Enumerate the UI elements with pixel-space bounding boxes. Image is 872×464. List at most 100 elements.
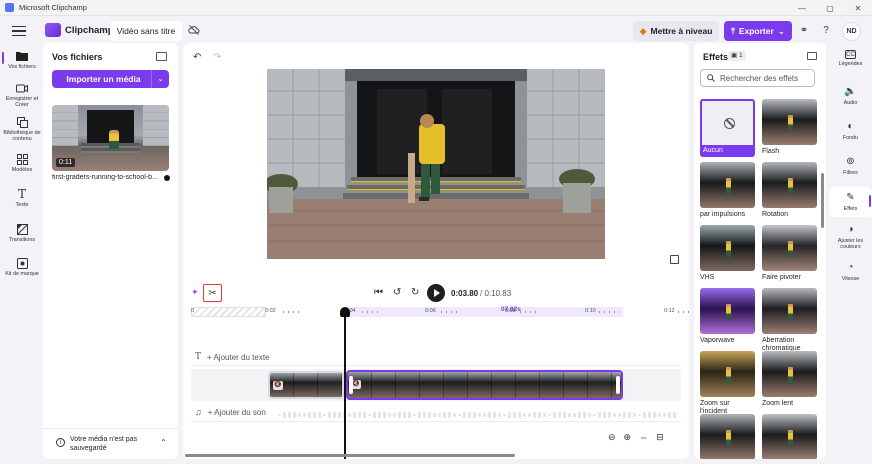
effect-tile[interactable]: Aberration chromatique: [762, 288, 817, 353]
effect-preview-subject: [788, 115, 793, 131]
ruler-minor-ticks: [362, 311, 378, 313]
sidebar-item-audio[interactable]: 🔈 Audio: [829, 86, 872, 107]
zoom-out-icon[interactable]: ⊖: [608, 432, 616, 444]
effects-search-input[interactable]: [720, 73, 810, 83]
add-audio-track[interactable]: ♫ + Ajouter du son: [195, 407, 266, 417]
redo-icon[interactable]: ↷: [213, 52, 221, 63]
fade-icon: ◐: [847, 121, 854, 132]
video-preview[interactable]: [267, 69, 605, 259]
effect-tile[interactable]: Zoom lent: [762, 351, 817, 408]
clip-trim-handle-left[interactable]: [349, 376, 353, 394]
effect-label: Rotation: [762, 211, 789, 218]
video-clip[interactable]: 🔇: [268, 371, 344, 399]
effect-tile[interactable]: Aucun: [700, 99, 755, 157]
effects-scrollbar[interactable]: [821, 173, 824, 228]
forward-5s-icon[interactable]: ↻: [411, 287, 419, 298]
diamond-icon: ◆: [639, 25, 647, 36]
app-header: Clipchamp Vidéo sans titre ◆ Mettre à ni…: [0, 16, 872, 46]
export-button[interactable]: ⤒ Exporter ⌄: [724, 21, 792, 41]
fit-to-width-icon[interactable]: ⇔: [639, 432, 648, 444]
cloud-off-icon[interactable]: [188, 24, 200, 36]
effect-label: VHS: [700, 274, 715, 281]
timeline-options-icon[interactable]: ⊟: [656, 432, 664, 444]
sidebar-item-adjust-colors[interactable]: ◑ Ajuster les couleurs: [829, 224, 872, 251]
filters-icon: ⊚: [846, 156, 855, 167]
sidebar-item-content-library[interactable]: Bibliothèque de contenu: [0, 116, 44, 142]
media-panel-title: Vos fichiers: [52, 52, 103, 62]
clip-trim-handle-right[interactable]: [616, 376, 620, 394]
effect-preview: [700, 414, 755, 459]
media-thumbnail[interactable]: 0:11: [52, 105, 169, 171]
effect-tile[interactable]: Flash: [762, 99, 817, 156]
project-title-tab[interactable]: Vidéo sans titre: [110, 21, 182, 41]
effect-tile[interactable]: Vaporwave: [700, 288, 755, 345]
sidebar-item-your-files[interactable]: Vos fichiers: [0, 50, 44, 70]
collapse-panel-icon[interactable]: [807, 52, 817, 60]
playhead-handle[interactable]: [340, 307, 350, 317]
add-text-track[interactable]: T + Ajouter du texte: [195, 352, 270, 362]
minimize-button[interactable]: —: [788, 0, 816, 16]
effect-tile[interactable]: Zoom sur l'incident: [700, 351, 755, 416]
sidebar-item-captions[interactable]: CC Légendes: [829, 50, 872, 74]
skip-to-start-icon[interactable]: ⏮: [374, 287, 383, 298]
timeline-scrollbar[interactable]: [185, 454, 515, 457]
close-button[interactable]: ✕: [844, 0, 872, 16]
split-scissors-button[interactable]: ✂: [203, 284, 222, 302]
playback-toolbar: ✦ ✂ ⏮ ↺ ↻ 0:03.80 / 0:10.83: [183, 283, 689, 303]
import-media-button[interactable]: Importer un média ⌄: [52, 70, 169, 88]
rewind-5s-icon[interactable]: ↺: [393, 287, 401, 298]
collapse-panel-icon[interactable]: [156, 52, 167, 61]
effect-label: Aucun: [700, 145, 755, 157]
track-divider: [191, 421, 681, 422]
upgrade-button[interactable]: ◆ Mettre à niveau: [633, 21, 719, 41]
sidebar-item-label: Fondu: [842, 135, 859, 141]
user-avatar[interactable]: ND: [842, 22, 861, 41]
play-button[interactable]: [427, 284, 445, 302]
sidebar-item-transitions[interactable]: Transitions: [0, 223, 44, 243]
effect-preview: [700, 351, 755, 397]
effect-tile[interactable]: [700, 414, 755, 459]
playhead[interactable]: [344, 313, 346, 459]
sidebar-item-speed[interactable]: ◔ Vitesse: [829, 262, 872, 283]
effects-search[interactable]: [700, 69, 815, 87]
effect-tile[interactable]: Faire pivoter: [762, 225, 817, 282]
ruler-tick-label: 0:10: [585, 308, 596, 314]
audio-icon: 🔈: [844, 86, 857, 97]
zoom-in-icon[interactable]: ⊕: [624, 432, 632, 444]
added-check-icon: [164, 175, 170, 181]
media-panel: Vos fichiers Importer un média ⌄ 0:11 fi…: [43, 43, 178, 459]
sparkle-icon[interactable]: ✦: [191, 287, 199, 298]
timeline-ruler[interactable]: 0 0:02 0:04 0:06 07.02s 0:08 0:10 0:12: [191, 305, 689, 319]
sidebar-item-brand-kit[interactable]: Kit de marque: [0, 257, 44, 277]
info-icon: i: [56, 438, 65, 447]
sidebar-item-fade[interactable]: ◐ Fondu: [829, 121, 872, 142]
share-icon[interactable]: ⚭: [798, 25, 810, 37]
mute-icon[interactable]: 🔇: [273, 381, 283, 390]
effect-preview-subject: [788, 430, 793, 446]
menu-icon[interactable]: [12, 24, 26, 38]
undo-icon[interactable]: ↶: [193, 52, 201, 63]
chevron-down-icon[interactable]: ⌄: [151, 70, 169, 88]
effect-tile[interactable]: Rotation: [762, 162, 817, 219]
effect-tile[interactable]: par impulsions: [700, 162, 755, 219]
brand-kit-icon: [16, 257, 28, 269]
fullscreen-icon[interactable]: [670, 255, 679, 264]
effect-preview-subject: [726, 430, 731, 446]
sidebar-item-record-create[interactable]: Enregistrer et Créer: [0, 82, 44, 108]
effect-preview: [762, 414, 817, 459]
video-clip-selected[interactable]: 🔇: [346, 370, 623, 400]
effect-tile[interactable]: VHS: [700, 225, 755, 282]
chevron-up-icon[interactable]: ⌃: [160, 438, 167, 447]
effect-preview-subject: [726, 178, 731, 194]
help-icon[interactable]: ?: [820, 25, 832, 37]
effect-tile[interactable]: [762, 414, 817, 459]
sidebar-item-effects[interactable]: ✎ Effets: [829, 187, 872, 217]
effect-label: Zoom lent: [762, 400, 794, 407]
sidebar-item-text[interactable]: T Texte: [0, 188, 44, 208]
clip-filmstrip: [348, 372, 621, 398]
maximize-button[interactable]: ▢: [816, 0, 844, 16]
effect-preview: [762, 225, 817, 271]
sidebar-item-templates[interactable]: Modèles: [0, 153, 44, 173]
sidebar-item-filters[interactable]: ⊚ Filtres: [829, 156, 872, 177]
effect-label: Vaporwave: [700, 337, 735, 344]
